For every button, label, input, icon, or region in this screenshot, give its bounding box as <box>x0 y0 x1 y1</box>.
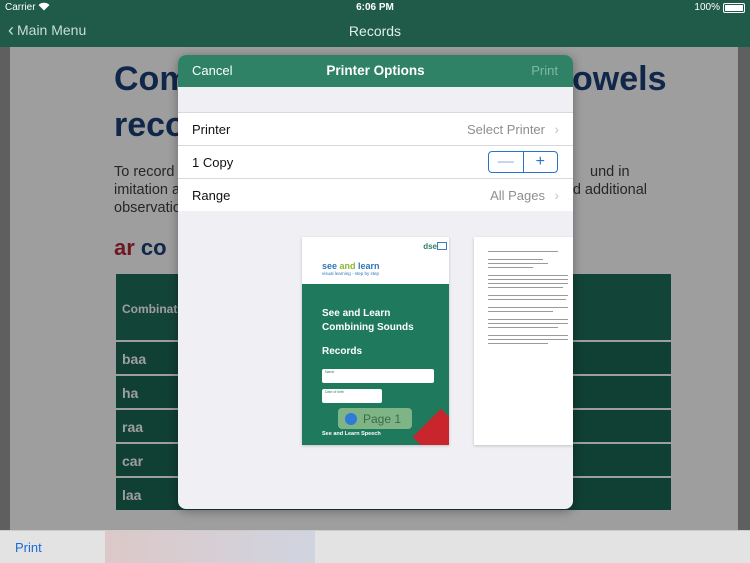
chevron-right-icon: › <box>554 121 559 137</box>
printer-options-dialog: Cancel Printer Options Print Printer Sel… <box>178 55 573 509</box>
dse-logo: dse <box>423 242 437 251</box>
name-field <box>322 369 434 383</box>
top-bar: Carrier 6:06 PM 100% ‹ Main Menu Records <box>0 0 750 47</box>
range-value: All Pages <box>490 188 545 203</box>
battery-percent: 100% <box>694 2 720 13</box>
name-field-label: Name <box>325 370 335 374</box>
page-badge: Page 1 <box>338 408 412 429</box>
range-label: Range <box>192 188 231 203</box>
copies-stepper[interactable]: — + <box>488 151 558 173</box>
decrement-button[interactable]: — <box>489 152 524 172</box>
status-time: 6:06 PM <box>356 2 394 13</box>
copies-label: 1 Copy <box>192 155 234 170</box>
page-indicator-icon <box>345 412 357 425</box>
toolbar-print-button[interactable]: Print <box>15 540 42 555</box>
see-and-learn-logo: see and learn <box>322 261 380 271</box>
book-icon <box>437 242 447 250</box>
printer-row[interactable]: Printer Select Printer › <box>178 112 573 145</box>
brand-tagline: visual learning - step by step <box>322 271 380 276</box>
dialog-title: Printer Options <box>326 63 425 78</box>
preview-page-2[interactable] <box>474 237 573 445</box>
toolbar-background-blur <box>105 531 315 563</box>
range-row[interactable]: Range All Pages › <box>178 178 573 211</box>
preview-title: See and Learn Combining Sounds <box>322 308 414 333</box>
preview-footer: See and Learn Speech <box>322 431 381 437</box>
nav-title: Records <box>348 23 402 39</box>
corner-ribbon <box>412 408 449 445</box>
battery-icon <box>723 3 745 13</box>
status-bar: Carrier 6:06 PM 100% <box>0 0 750 16</box>
printer-value: Select Printer <box>466 122 545 137</box>
chevron-right-icon: › <box>554 187 559 203</box>
bottom-toolbar: Print <box>0 530 750 563</box>
dialog-header: Cancel Printer Options Print <box>178 55 573 87</box>
print-button[interactable]: Print <box>531 63 558 78</box>
dob-field-label: Date of birth <box>325 390 345 394</box>
preview-subtitle: Records <box>322 346 363 357</box>
copies-row: 1 Copy — + <box>178 145 573 178</box>
printer-label: Printer <box>192 122 231 137</box>
increment-button[interactable]: + <box>524 152 558 172</box>
